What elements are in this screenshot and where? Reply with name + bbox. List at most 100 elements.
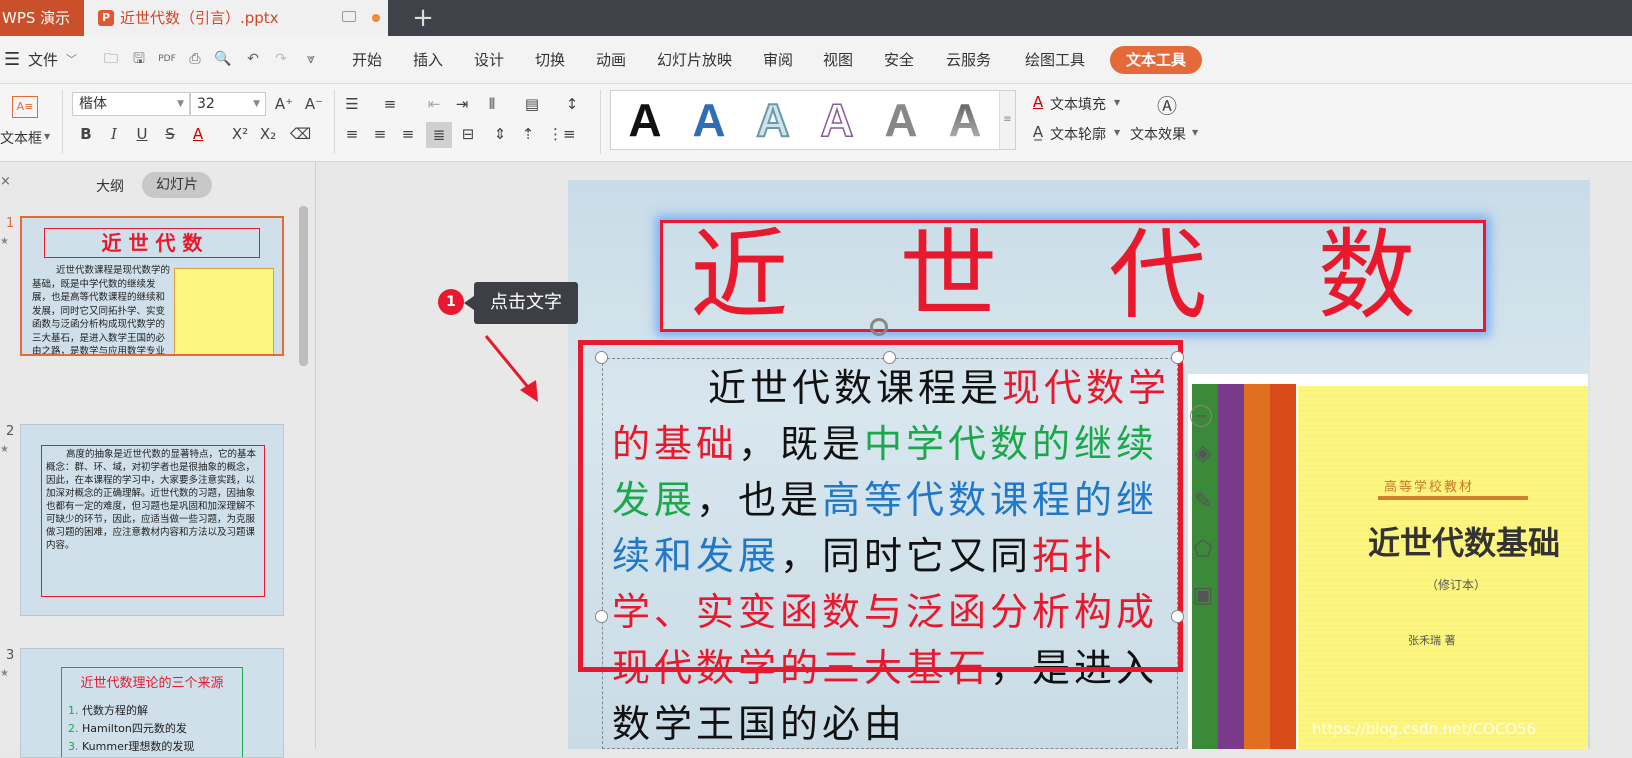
- text-style-outline-purple[interactable]: A: [809, 94, 865, 146]
- subscript-icon[interactable]: X₂: [258, 124, 278, 144]
- bold-icon[interactable]: B: [76, 124, 96, 144]
- menu-animation[interactable]: 动画: [596, 36, 626, 84]
- slide-thumbnail-3[interactable]: 近世代数理论的三个来源 1. 代数方程的解 2. Hamilton四元数的发 3…: [20, 648, 284, 758]
- justify-icon[interactable]: ≣: [426, 122, 452, 148]
- print-preview-icon[interactable]: 🔍: [214, 50, 232, 68]
- gallery-scroll-icon[interactable]: ≡: [999, 91, 1015, 149]
- redo-icon[interactable]: ↷: [272, 50, 290, 68]
- resize-handle[interactable]: [595, 610, 608, 623]
- slide-number: 1: [6, 216, 15, 231]
- text-style-outline-teal[interactable]: A: [745, 94, 801, 146]
- monitor-icon[interactable]: [342, 11, 356, 22]
- menu-drawing-tools[interactable]: 绘图工具: [1025, 36, 1085, 84]
- customize-toolbar-icon[interactable]: ⩔: [302, 50, 320, 68]
- fill-icon[interactable]: ⬠: [1188, 535, 1218, 565]
- textbox-dropdown-icon[interactable]: ▼: [44, 132, 50, 141]
- text-style-gray[interactable]: A: [873, 95, 929, 145]
- tab-outline[interactable]: 大纲: [96, 176, 124, 196]
- menu-text-tools[interactable]: 文本工具: [1110, 46, 1202, 74]
- menu-design[interactable]: 设计: [474, 36, 504, 84]
- resize-handle[interactable]: [1171, 610, 1184, 623]
- resize-handle[interactable]: [883, 351, 896, 364]
- text-fill-button[interactable]: 文本填充: [1050, 94, 1106, 114]
- resize-handle[interactable]: [1171, 351, 1184, 364]
- text-effect-button[interactable]: 文本效果: [1130, 124, 1186, 144]
- menu-transition[interactable]: 切换: [535, 36, 565, 84]
- font-color-icon[interactable]: A: [188, 124, 208, 144]
- text-style-gradient[interactable]: A: [937, 95, 993, 145]
- undo-icon[interactable]: ↶: [244, 50, 262, 68]
- text-style-blue[interactable]: A: [681, 95, 737, 145]
- hamburger-menu-icon[interactable]: ☰: [4, 36, 20, 84]
- clear-format-icon[interactable]: ⌫: [290, 124, 311, 144]
- thumb-title: 近 世 代 数: [44, 228, 260, 258]
- line-spacing-up-icon[interactable]: ⇡: [518, 124, 538, 144]
- text-align-box-icon[interactable]: ▤: [522, 94, 542, 114]
- star-icon: ★: [0, 668, 9, 679]
- columns-icon[interactable]: ⫴: [482, 94, 502, 114]
- menu-file[interactable]: 文件: [28, 36, 58, 84]
- textbox-button[interactable]: 文本框: [0, 128, 42, 148]
- bullet-list-icon[interactable]: ☰: [342, 94, 362, 114]
- text-effect-icon: Ⓐ: [1157, 94, 1177, 118]
- collapse-icon[interactable]: −: [1190, 405, 1212, 427]
- text-outline-button[interactable]: 文本轮廓: [1050, 124, 1106, 144]
- new-tab-button[interactable]: +: [408, 3, 438, 33]
- app-tab[interactable]: WPS 演示: [0, 0, 84, 36]
- menu-slideshow[interactable]: 幻灯片放映: [657, 36, 732, 84]
- callout-tooltip: 点击文字: [464, 282, 578, 324]
- menu-cloud[interactable]: 云服务: [946, 36, 991, 84]
- increase-indent-icon[interactable]: ⇥: [452, 94, 472, 114]
- paragraph-spacing-icon[interactable]: ⇕: [490, 124, 510, 144]
- document-tab[interactable]: P 近世代数（引言）.pptx: [84, 0, 388, 36]
- font-name-select[interactable]: 楷体 ▼: [72, 92, 190, 116]
- paragraph-settings-icon[interactable]: ⋮≡: [548, 124, 576, 144]
- menu-view[interactable]: 视图: [823, 36, 853, 84]
- layers-icon[interactable]: ◈: [1188, 439, 1218, 469]
- export-pdf-icon[interactable]: PDF: [158, 50, 176, 68]
- chevron-down-icon[interactable]: ▼: [1114, 98, 1120, 107]
- text-style-black[interactable]: A: [617, 95, 673, 145]
- menu-start[interactable]: 开始: [352, 36, 382, 84]
- line-spacing-icon[interactable]: ↕: [562, 94, 582, 114]
- strikethrough-icon[interactable]: S: [160, 124, 180, 144]
- frame-icon[interactable]: ▣: [1188, 581, 1218, 611]
- menu-review[interactable]: 审阅: [763, 36, 793, 84]
- font-size-select[interactable]: 32 ▼: [190, 92, 266, 116]
- print-icon[interactable]: ⎙: [186, 50, 204, 68]
- chevron-down-icon[interactable]: ﹀: [66, 36, 77, 84]
- chevron-down-icon[interactable]: ▼: [1192, 128, 1198, 137]
- chevron-down-icon[interactable]: ▼: [1114, 128, 1120, 137]
- panel-scrollbar[interactable]: [299, 206, 308, 366]
- textbox-icon[interactable]: A≡: [12, 96, 38, 118]
- menu-security[interactable]: 安全: [884, 36, 914, 84]
- tab-slides[interactable]: 幻灯片: [142, 172, 212, 198]
- book-image[interactable]: 高等学校教材 近世代数基础 （修订本） 张禾瑞 著: [1188, 374, 1588, 749]
- close-panel-icon[interactable]: ×: [0, 174, 11, 189]
- menu-bar: ☰ 文件 ﹀ 🗀 🖫 PDF ⎙ 🔍 ↶ ↷ ⩔ 开始 插入 设计 切换 动画 …: [0, 36, 1632, 84]
- italic-icon[interactable]: I: [104, 124, 124, 144]
- document-tab-title: 近世代数（引言）.pptx: [120, 9, 279, 27]
- decrease-font-icon[interactable]: A⁻: [304, 94, 324, 114]
- resize-handle[interactable]: [595, 351, 608, 364]
- open-folder-icon[interactable]: 🗀: [102, 50, 120, 68]
- align-right-icon[interactable]: ≡: [398, 124, 418, 144]
- distribute-icon[interactable]: ⊟: [458, 124, 478, 144]
- superscript-icon[interactable]: X²: [230, 124, 250, 144]
- rotate-handle[interactable]: [870, 318, 888, 336]
- numbered-list-icon[interactable]: ≡: [380, 94, 400, 114]
- decrease-indent-icon[interactable]: ⇤: [424, 94, 444, 114]
- underline-icon[interactable]: U: [132, 124, 152, 144]
- slide-panel: × 大纲 幻灯片 1 ★ 近 世 代 数 近世代数课程是现代数学的基础，既是中学…: [0, 162, 316, 758]
- slide-thumbnail-2[interactable]: 高度的抽象是近世代数的显著特点，它的基本概念：群、环、域，对初学者也是很抽象的概…: [20, 424, 284, 616]
- text-outline-icon: A̲: [1032, 123, 1044, 141]
- slide-thumbnail-1[interactable]: 近 世 代 数 近世代数课程是现代数学的基础，既是中学代数的继续发展，也是高等代…: [20, 216, 284, 356]
- brush-icon[interactable]: ✎: [1188, 487, 1218, 517]
- slide-canvas[interactable]: 近 世 代 数 高等学校教材 近世代数基础 （修订本） 张禾瑞 著 近世代数课程…: [568, 180, 1590, 749]
- align-left-icon[interactable]: ≡: [342, 124, 362, 144]
- menu-insert[interactable]: 插入: [413, 36, 443, 84]
- slide-title-box[interactable]: 近 世 代 数: [660, 220, 1486, 332]
- save-icon[interactable]: 🖫: [130, 50, 148, 68]
- align-center-icon[interactable]: ≡: [370, 124, 390, 144]
- increase-font-icon[interactable]: A⁺: [274, 94, 294, 114]
